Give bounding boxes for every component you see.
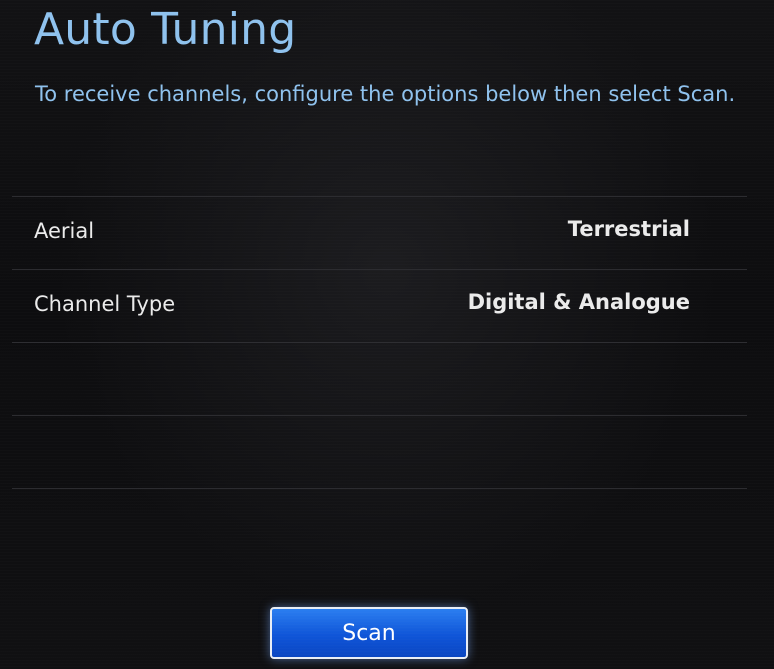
empty-row — [12, 416, 747, 488]
divider — [12, 488, 747, 489]
tv-screen: Auto Tuning To receive channels, configu… — [0, 0, 774, 669]
option-value-channel-type: Digital & Analogue — [467, 290, 690, 314]
option-row-aerial[interactable]: Aerial Terrestrial — [12, 197, 747, 269]
option-label-channel-type: Channel Type — [34, 292, 176, 316]
option-label-aerial: Aerial — [34, 219, 95, 243]
page-title: Auto Tuning — [34, 4, 297, 55]
options-list: Aerial Terrestrial Channel Type Digital … — [12, 196, 747, 489]
scan-button[interactable]: Scan — [270, 607, 468, 659]
option-row-channel-type[interactable]: Channel Type Digital & Analogue — [12, 270, 747, 342]
empty-row — [12, 343, 747, 415]
instruction-text: To receive channels, configure the optio… — [35, 82, 736, 106]
option-value-aerial: Terrestrial — [567, 217, 690, 241]
